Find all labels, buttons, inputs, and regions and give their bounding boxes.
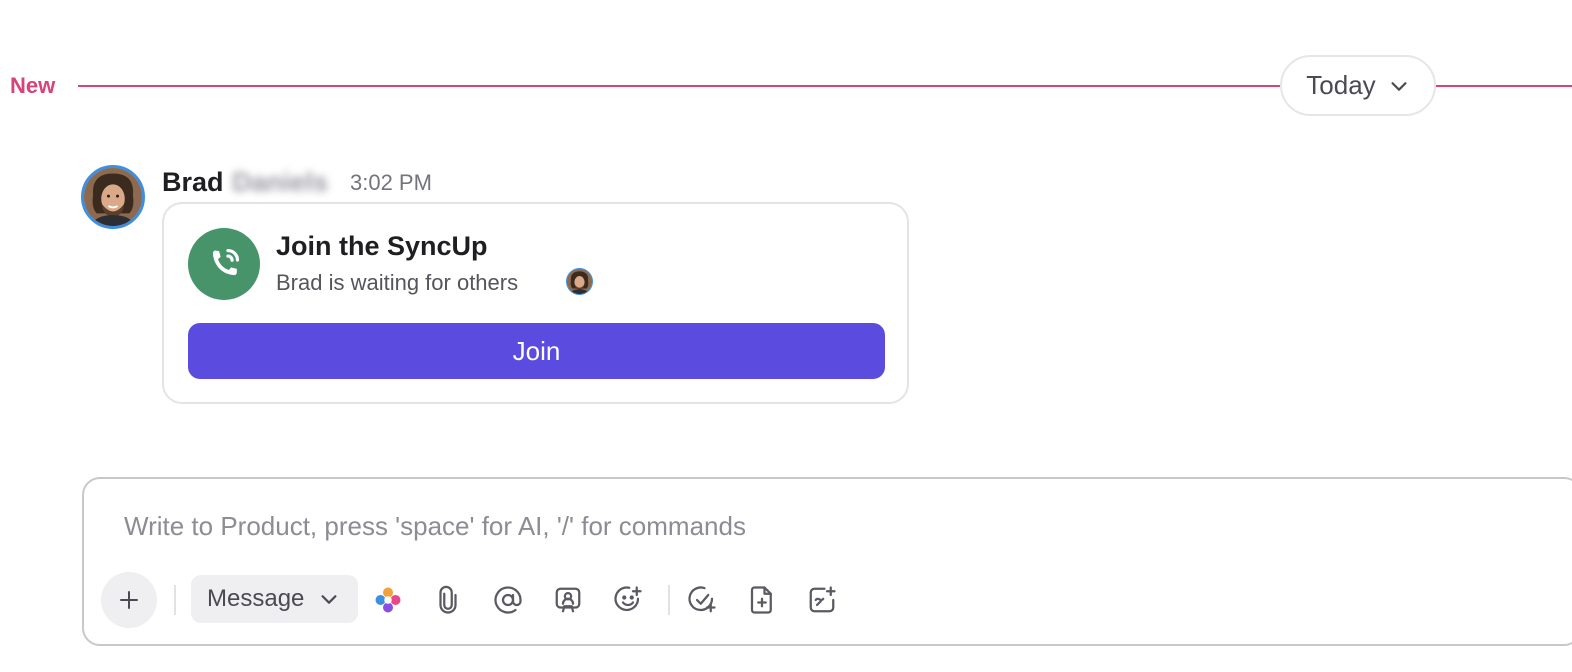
toolbar-separator: [668, 585, 670, 615]
create-doc-button[interactable]: [744, 582, 780, 618]
task-add-icon: [688, 586, 716, 613]
date-jump-button[interactable]: Today: [1280, 55, 1436, 116]
mention-button[interactable]: [490, 582, 526, 618]
emoji-button[interactable]: [610, 582, 646, 618]
phone-call-icon: [188, 228, 260, 300]
ai-button[interactable]: [370, 582, 406, 618]
message-type-label: Message: [207, 585, 305, 612]
chevron-down-icon: [1391, 81, 1407, 91]
date-label: Today: [1306, 70, 1376, 100]
join-button[interactable]: Join: [188, 323, 885, 379]
whiteboard-add-icon: [809, 586, 836, 613]
add-button[interactable]: [101, 572, 157, 628]
syncup-card: Join the SyncUp Brad is waiting for othe…: [162, 202, 909, 404]
plus-icon: [120, 591, 138, 609]
participant-avatar: [566, 268, 593, 295]
author-avatar[interactable]: [81, 165, 145, 229]
create-task-button[interactable]: [684, 582, 720, 618]
toolbar-separator: [174, 585, 176, 615]
message-type-select[interactable]: Message: [191, 575, 358, 623]
record-clip-button[interactable]: [550, 582, 586, 618]
message-input[interactable]: [124, 509, 1424, 543]
emoji-add-icon: [614, 586, 642, 612]
message-composer: Message: [82, 477, 1572, 646]
message-timestamp: 3:02 PM: [350, 170, 432, 195]
chevron-down-icon: [321, 595, 337, 604]
at-mention-icon: [494, 586, 522, 614]
author-name[interactable]: Brad: [162, 167, 224, 198]
paperclip-icon: [439, 585, 457, 614]
new-messages-label: New: [10, 73, 56, 98]
syncup-title: Join the SyncUp: [276, 231, 488, 261]
clip-record-icon: [555, 587, 581, 613]
new-divider-line-right: [1436, 85, 1572, 87]
author-surname-blurred: Daniels: [232, 167, 329, 197]
new-divider-line: [78, 85, 1280, 87]
syncup-status: Brad is waiting for others: [276, 270, 519, 295]
attach-button[interactable]: [430, 582, 466, 618]
ai-sparkle-icon: [375, 587, 401, 613]
create-whiteboard-button[interactable]: [804, 582, 840, 618]
doc-add-icon: [750, 586, 772, 614]
